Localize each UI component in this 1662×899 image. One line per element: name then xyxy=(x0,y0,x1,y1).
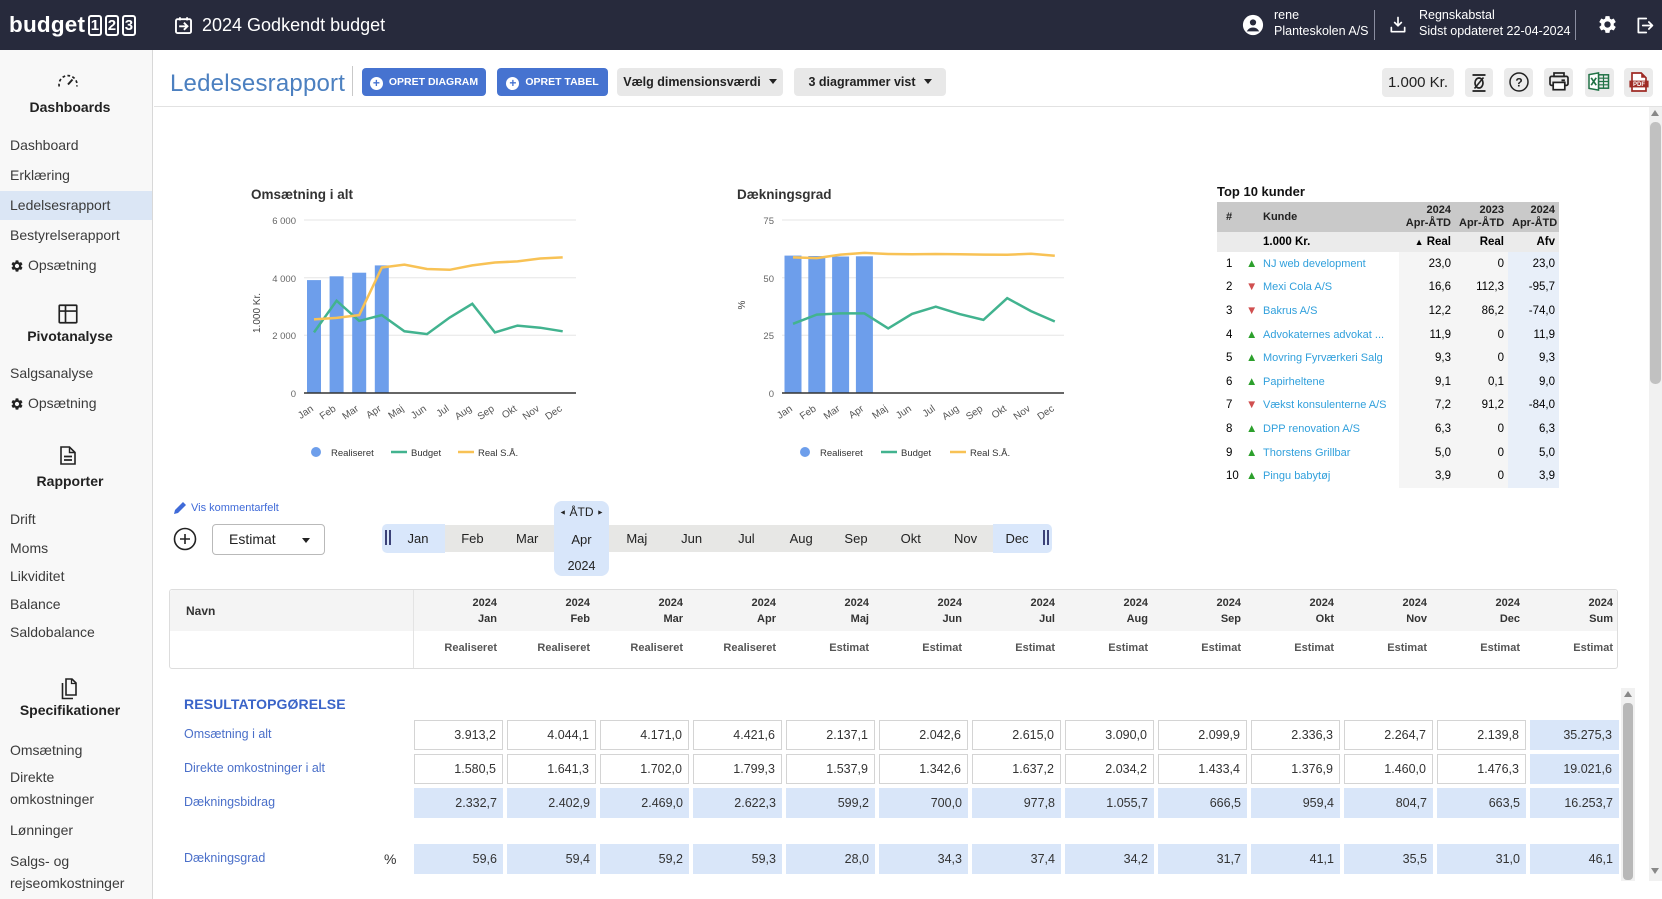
svg-text:Apr: Apr xyxy=(847,403,867,421)
svg-text:Real S.Å.: Real S.Å. xyxy=(970,448,1010,459)
svg-text:0: 0 xyxy=(769,389,774,400)
svg-text:Okt: Okt xyxy=(990,403,1009,421)
svg-text:Realiseret: Realiseret xyxy=(820,448,863,459)
svg-text:25: 25 xyxy=(763,331,774,342)
svg-text:Sep: Sep xyxy=(964,403,985,422)
svg-text:Jul: Jul xyxy=(435,403,452,419)
svg-text:Realiseret: Realiseret xyxy=(331,448,374,459)
svg-text:Dec: Dec xyxy=(1036,403,1057,422)
svg-text:Jun: Jun xyxy=(894,403,914,421)
svg-text:Maj: Maj xyxy=(387,403,407,421)
svg-text:Jan: Jan xyxy=(296,403,316,421)
svg-text:Real S.Å.: Real S.Å. xyxy=(478,448,518,459)
svg-text:Mar: Mar xyxy=(822,403,843,422)
svg-text:Aug: Aug xyxy=(940,403,961,422)
svg-text:1.000 Kr.: 1.000 Kr. xyxy=(252,293,263,333)
svg-text:Okt: Okt xyxy=(500,403,519,421)
svg-text:Jun: Jun xyxy=(409,403,429,421)
svg-text:6 000: 6 000 xyxy=(272,216,296,227)
svg-text:2 000: 2 000 xyxy=(272,331,296,342)
svg-text:50: 50 xyxy=(763,274,774,285)
svg-text:Nov: Nov xyxy=(521,403,542,422)
svg-text:?: ? xyxy=(1515,76,1522,90)
svg-text:Feb: Feb xyxy=(798,403,819,422)
svg-text:Budget: Budget xyxy=(901,448,931,459)
svg-text:Nov: Nov xyxy=(1012,403,1033,422)
svg-text:Mar: Mar xyxy=(340,403,361,422)
svg-text:0: 0 xyxy=(291,389,296,400)
svg-text:Feb: Feb xyxy=(318,403,339,422)
svg-text:PDF: PDF xyxy=(1633,82,1645,88)
svg-text:75: 75 xyxy=(763,216,774,227)
svg-text:Aug: Aug xyxy=(453,403,474,422)
svg-text:Maj: Maj xyxy=(870,403,890,421)
svg-text:Sep: Sep xyxy=(476,403,497,422)
svg-text:%: % xyxy=(737,300,748,309)
svg-text:4 000: 4 000 xyxy=(272,274,296,285)
svg-text:Jan: Jan xyxy=(775,403,795,421)
svg-text:Budget: Budget xyxy=(411,448,441,459)
svg-text:Jul: Jul xyxy=(921,403,938,419)
svg-text:Apr: Apr xyxy=(364,403,384,421)
svg-text:Dec: Dec xyxy=(544,403,565,422)
